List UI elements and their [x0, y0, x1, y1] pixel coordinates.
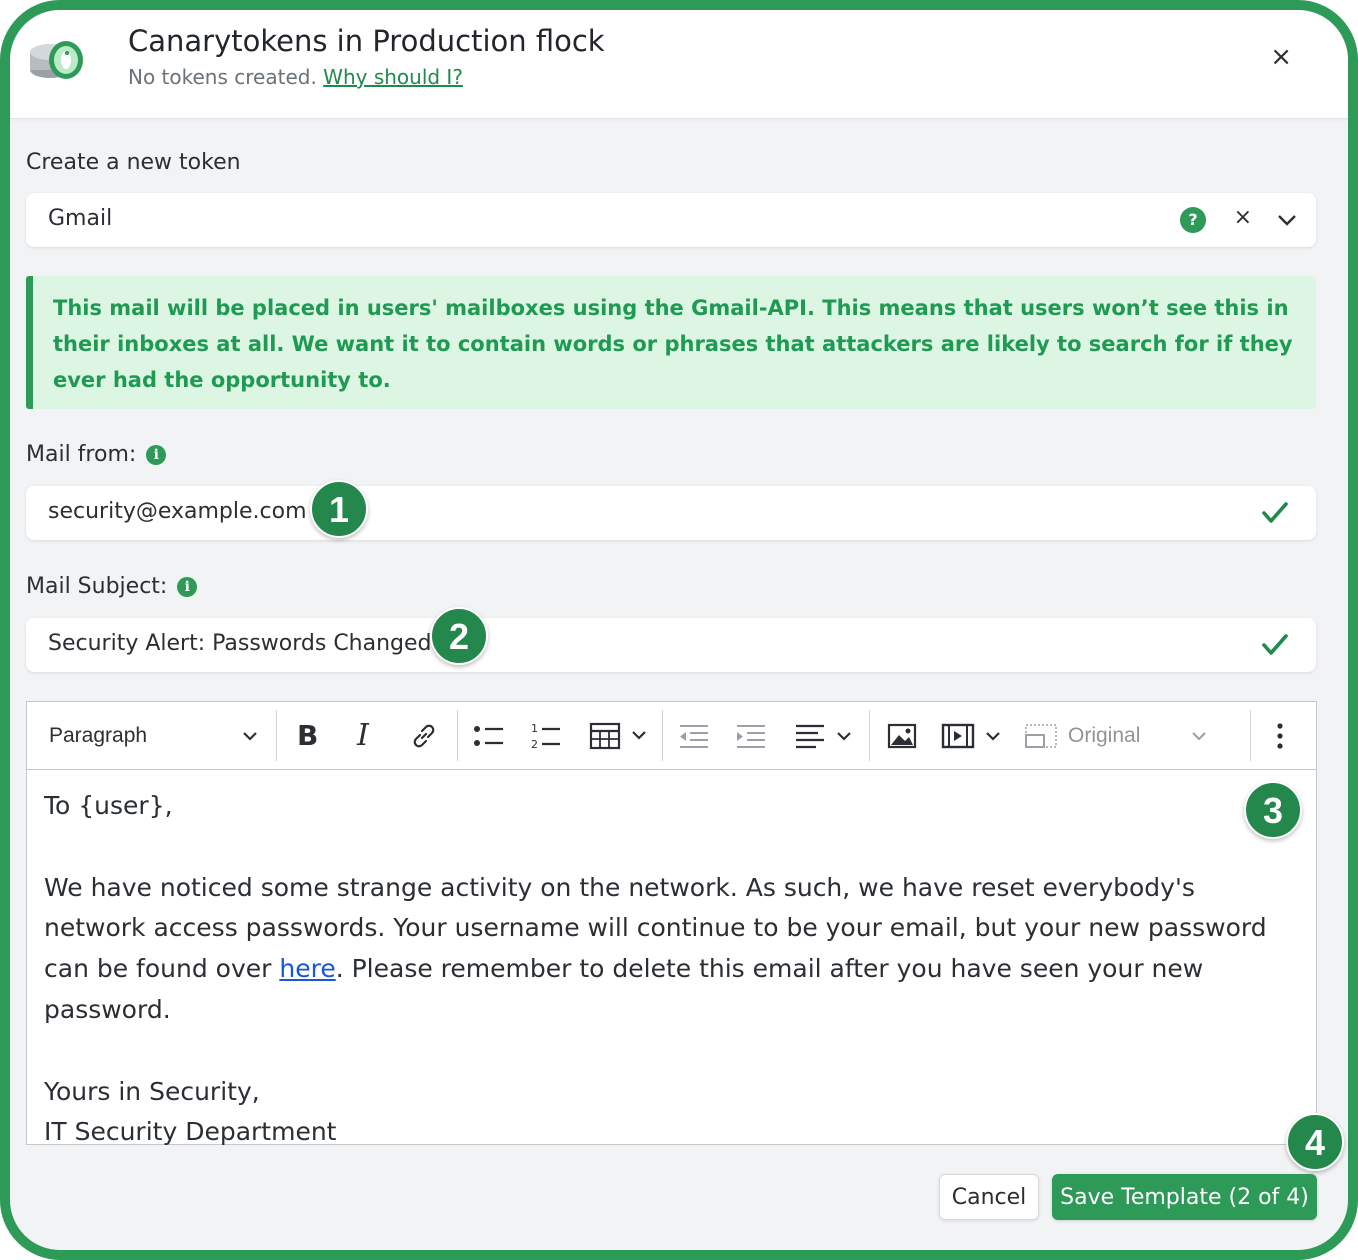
- step-badge-4: 4: [1286, 1113, 1344, 1171]
- italic-icon[interactable]: I: [357, 702, 369, 769]
- mail-from-value: security@example.com: [48, 499, 307, 524]
- canary-bird-coin-icon: [30, 41, 83, 79]
- table-icon[interactable]: [589, 702, 651, 769]
- checkmark-icon: [1262, 502, 1288, 523]
- media-icon[interactable]: [941, 702, 1007, 769]
- dialog-title: Canarytokens in Production flock: [128, 24, 605, 58]
- outdent-icon[interactable]: [678, 702, 710, 769]
- here-link[interactable]: here: [279, 954, 335, 983]
- token-type-select[interactable]: Gmail ? ×: [26, 193, 1316, 247]
- why-should-i-link[interactable]: Why should I?: [323, 65, 463, 89]
- paragraph-style-label: Paragraph: [49, 723, 148, 747]
- email-greeting: To {user},: [44, 791, 173, 820]
- close-icon[interactable]: ×: [1270, 42, 1292, 72]
- image-size-label: Original: [1068, 723, 1141, 747]
- chevron-down-icon: [1192, 731, 1206, 740]
- step-badge-3: 3: [1244, 781, 1302, 839]
- mail-from-label-text: Mail from:: [26, 442, 137, 467]
- numbered-list-icon[interactable]: 12: [530, 702, 562, 769]
- email-body-editor[interactable]: Paragraph B I 12 Original To {user}, We …: [26, 701, 1317, 1146]
- mail-subject-label-text: Mail Subject:: [26, 574, 168, 599]
- mail-subject-label: Mail Subject: i: [26, 574, 198, 599]
- svg-text:2: 2: [531, 738, 538, 751]
- indent-icon[interactable]: [735, 702, 767, 769]
- mail-subject-value: Security Alert: Passwords Changed: [48, 631, 432, 656]
- align-icon[interactable]: [794, 702, 856, 769]
- cancel-button[interactable]: Cancel: [939, 1174, 1039, 1220]
- dialog-header: Canarytokens in Production flock No toke…: [10, 10, 1348, 119]
- save-template-button[interactable]: Save Template (2 of 4): [1052, 1174, 1317, 1220]
- email-signoff: Yours in Security,: [44, 1076, 260, 1106]
- link-icon[interactable]: [410, 702, 438, 769]
- info-icon[interactable]: i: [146, 445, 167, 465]
- editor-content[interactable]: To {user}, We have noticed some strange …: [44, 786, 1296, 1153]
- image-size-dropdown[interactable]: Original: [1024, 702, 1220, 769]
- create-token-label: Create a new token: [26, 150, 241, 175]
- step-badge-1: 1: [310, 480, 368, 538]
- mail-subject-input[interactable]: Security Alert: Passwords Changed: [26, 618, 1316, 672]
- bulleted-list-icon[interactable]: [473, 702, 505, 769]
- gmail-api-notice: This mail will be placed in users' mailb…: [26, 276, 1316, 409]
- dialog-subtitle: No tokens created. Why should I?: [128, 65, 463, 89]
- token-type-value: Gmail: [48, 206, 113, 231]
- no-tokens-text: No tokens created.: [128, 65, 317, 89]
- resize-icon: [1025, 723, 1057, 748]
- info-icon[interactable]: i: [177, 577, 198, 597]
- mail-from-label: Mail from: i: [26, 442, 167, 467]
- email-body-paragraph: We have noticed some strange activity on…: [44, 868, 1296, 1031]
- image-icon[interactable]: [887, 702, 917, 769]
- token-dialog: Canarytokens in Production flock No toke…: [0, 0, 1358, 1260]
- more-vertical-icon[interactable]: [1275, 702, 1285, 769]
- help-icon[interactable]: ?: [1180, 207, 1206, 233]
- email-signature: IT Security Department: [44, 1117, 337, 1147]
- step-badge-2: 2: [430, 607, 488, 665]
- chevron-down-icon: [243, 731, 257, 741]
- svg-text:1: 1: [531, 722, 538, 735]
- mail-from-input[interactable]: security@example.com: [26, 486, 1316, 540]
- bold-icon[interactable]: B: [297, 702, 318, 769]
- paragraph-style-dropdown[interactable]: Paragraph: [49, 702, 259, 769]
- editor-toolbar: Paragraph B I 12 Original: [27, 702, 1316, 770]
- clear-icon[interactable]: ×: [1234, 205, 1252, 230]
- checkmark-icon: [1262, 634, 1288, 655]
- chevron-down-icon[interactable]: [1276, 205, 1298, 235]
